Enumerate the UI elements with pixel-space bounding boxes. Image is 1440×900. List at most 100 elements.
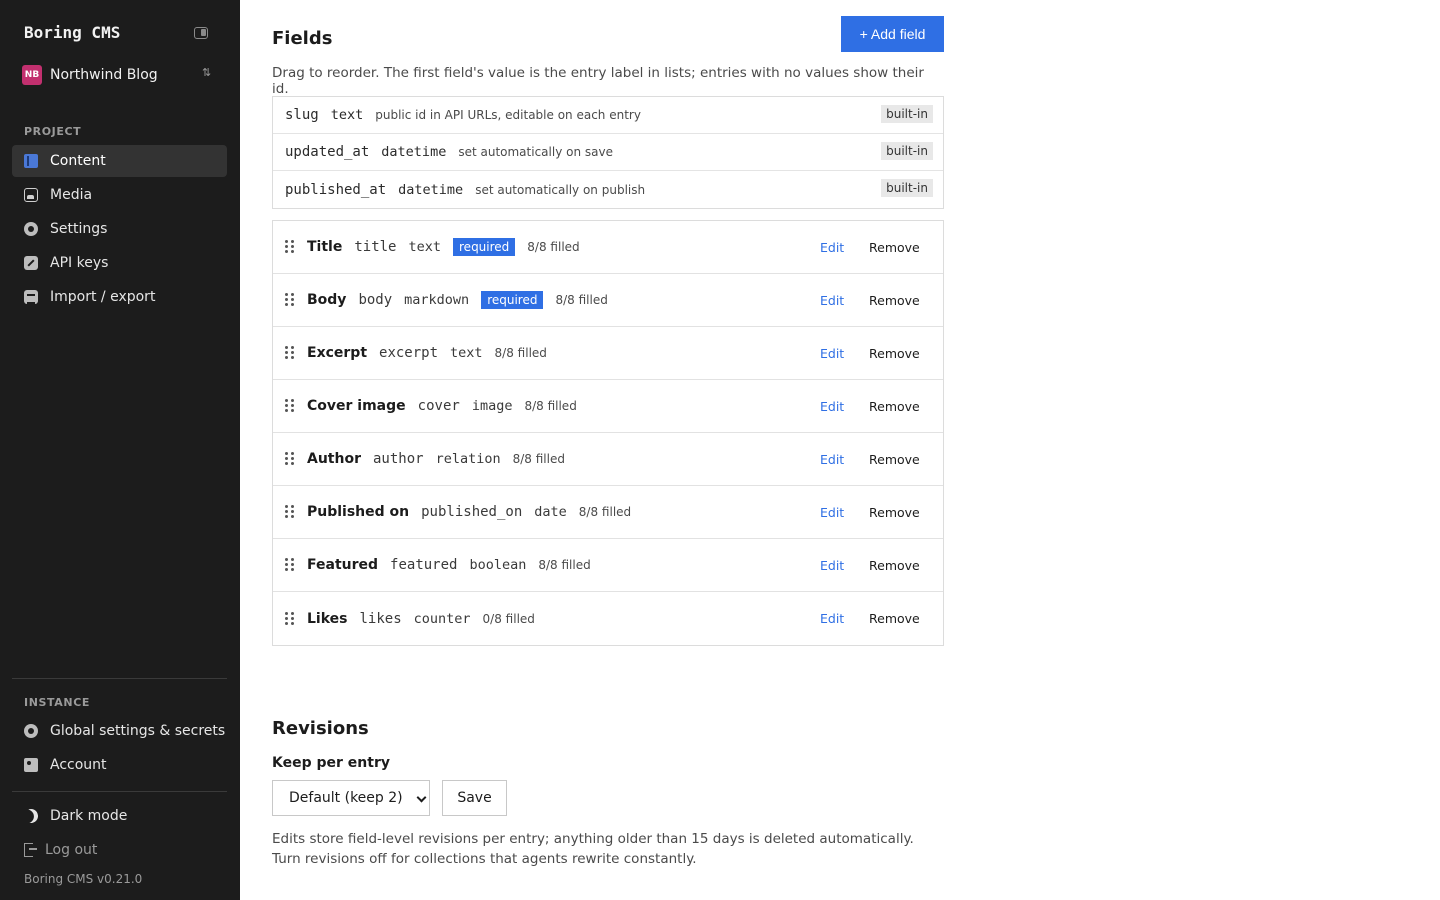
drag-handle-icon[interactable] [285, 611, 295, 626]
edit-field-button[interactable]: Edit [820, 558, 844, 573]
section-label-project: PROJECT [24, 125, 82, 138]
filled-count: 8/8 filled [555, 293, 608, 307]
field-type: counter [413, 610, 471, 627]
filled-count: 8/8 filled [524, 399, 577, 413]
select-value: Default (keep 2) [289, 790, 403, 806]
fields-heading: Fields [272, 28, 333, 49]
logout-button[interactable]: Log out [12, 834, 227, 866]
field-row[interactable]: Title title text required 8/8 filled Edi… [273, 221, 943, 274]
sidebar-item-content[interactable]: Content [12, 145, 227, 177]
field-row[interactable]: Cover image cover image 8/8 filled Edit … [273, 380, 943, 433]
sidebar-item-label: Media [50, 187, 93, 203]
sidebar-item-label: API keys [50, 255, 109, 271]
keep-per-entry-label: Keep per entry [272, 755, 390, 771]
swap-project-icon[interactable]: ⇅ [202, 66, 211, 79]
remove-field-button[interactable]: Remove [869, 399, 920, 414]
sidebar-item-label: Content [50, 153, 106, 169]
account-icon [24, 758, 38, 772]
field-row[interactable]: Body body markdown required 8/8 filled E… [273, 274, 943, 327]
sidebar-item-account[interactable]: Account [12, 749, 227, 781]
remove-field-button[interactable]: Remove [869, 293, 920, 308]
field-key: excerpt [379, 345, 439, 361]
brand-title: Boring CMS [24, 23, 121, 42]
sidebar-toggle-icon[interactable] [194, 27, 208, 39]
drag-handle-icon[interactable] [285, 346, 295, 360]
revisions-heading: Revisions [272, 718, 369, 739]
remove-field-button[interactable]: Remove [869, 452, 920, 467]
builtin-row: updated_at datetime set automatically on… [273, 134, 943, 171]
builtin-fields-list: slug text public id in API URLs, editabl… [272, 96, 944, 209]
sidebar: Boring CMS NB Northwind Blog ⇅ PROJECT C… [0, 0, 240, 900]
sidebar-item-settings[interactable]: Settings [12, 213, 227, 245]
field-row[interactable]: Featured featured boolean 8/8 filled Edi… [273, 539, 943, 592]
field-row[interactable]: Likes likes counter 0/8 filled Edit Remo… [273, 592, 943, 645]
edit-field-button[interactable]: Edit [820, 293, 844, 308]
sidebar-item-label: Account [50, 757, 107, 773]
drag-handle-icon[interactable] [285, 452, 295, 466]
field-row[interactable]: Published on published_on date 8/8 fille… [273, 486, 943, 539]
remove-field-button[interactable]: Remove [869, 558, 920, 573]
field-label: Title [307, 239, 343, 255]
revisions-keep-select[interactable]: Default (keep 2) [272, 780, 430, 816]
drag-handle-icon[interactable] [285, 240, 295, 254]
edit-field-button[interactable]: Edit [820, 505, 844, 520]
field-description: set automatically on publish [475, 182, 646, 197]
filled-count: 8/8 filled [494, 346, 547, 360]
filled-count: 8/8 filled [512, 452, 565, 466]
drag-handle-icon[interactable] [285, 399, 295, 413]
dark-mode-label: Dark mode [50, 808, 128, 824]
project-name: Northwind Blog [50, 67, 158, 83]
field-type: markdown [404, 292, 470, 308]
custom-fields-list: Title title text required 8/8 filled Edi… [272, 220, 944, 646]
edit-field-button[interactable]: Edit [820, 452, 844, 467]
edit-field-button[interactable]: Edit [820, 346, 844, 361]
chevron-down-icon [416, 792, 427, 803]
sidebar-item-media[interactable]: Media [12, 179, 227, 211]
settings-icon [24, 724, 38, 738]
filled-count: 8/8 filled [578, 505, 632, 519]
edit-field-button[interactable]: Edit [820, 611, 844, 626]
field-key: author [372, 451, 424, 467]
drag-handle-icon[interactable] [285, 505, 295, 519]
builtin-row: published_at datetime set automatically … [273, 171, 943, 208]
field-type: date [534, 504, 567, 520]
remove-field-button[interactable]: Remove [869, 505, 920, 520]
required-badge: required [481, 291, 544, 309]
builtin-badge: built-in [881, 179, 933, 197]
remove-field-button[interactable]: Remove [869, 346, 920, 361]
sidebar-item-import-export[interactable]: Import / export [12, 281, 227, 313]
media-icon [24, 188, 38, 202]
edit-field-button[interactable]: Edit [820, 240, 844, 255]
sidebar-divider [12, 678, 227, 679]
field-key: cover [417, 398, 460, 414]
dark-mode-toggle[interactable]: Dark mode [12, 800, 227, 832]
field-label: Author [307, 451, 361, 467]
field-type: datetime [398, 181, 464, 198]
logout-icon [24, 843, 37, 857]
moon-icon [22, 807, 40, 825]
add-field-button[interactable]: + Add field [841, 16, 944, 52]
filled-count: 0/8 filled [482, 611, 535, 626]
edit-field-button[interactable]: Edit [820, 399, 844, 414]
field-key: published_on [421, 504, 523, 520]
field-description: public id in API URLs, editable on each … [375, 108, 641, 122]
filled-count: 8/8 filled [527, 240, 580, 254]
field-row[interactable]: Excerpt excerpt text 8/8 filled Edit Rem… [273, 327, 943, 380]
field-label: Likes [307, 610, 348, 627]
sidebar-item-label: Settings [50, 221, 108, 237]
remove-field-button[interactable]: Remove [869, 611, 920, 626]
field-label: Published on [307, 504, 410, 520]
builtin-badge: built-in [881, 142, 933, 160]
drag-handle-icon[interactable] [285, 293, 295, 307]
project-switcher[interactable]: NB Northwind Blog [22, 65, 158, 85]
project-avatar: NB [22, 65, 42, 85]
sidebar-item-api-keys[interactable]: API keys [12, 247, 227, 279]
field-row[interactable]: Author author relation 8/8 filled Edit R… [273, 433, 943, 486]
drag-handle-icon[interactable] [285, 558, 295, 572]
save-button[interactable]: Save [442, 780, 507, 816]
field-key: published_at [285, 181, 387, 198]
field-key: featured [390, 557, 458, 573]
remove-field-button[interactable]: Remove [869, 240, 920, 255]
content-icon [24, 154, 38, 168]
sidebar-item-global-settings[interactable]: Global settings & secrets [12, 715, 227, 747]
